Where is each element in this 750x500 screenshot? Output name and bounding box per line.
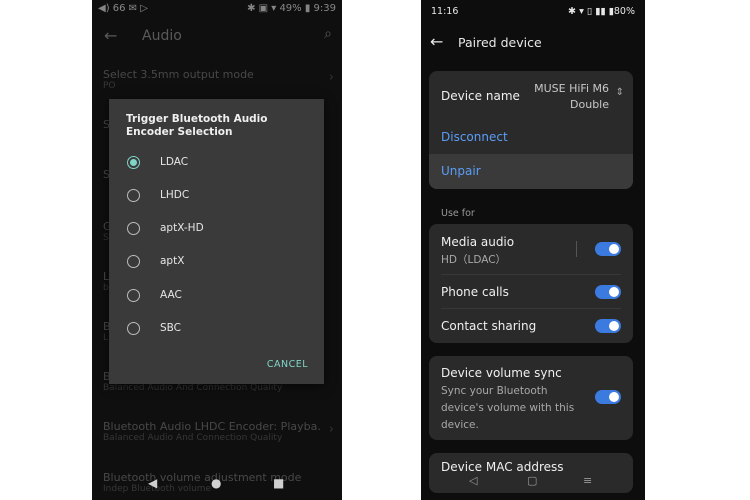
nav-recents-icon[interactable]: ■	[273, 476, 284, 490]
dialog-title: Trigger Bluetooth Audio Encoder Selectio…	[126, 113, 268, 138]
option-label: LHDC	[160, 189, 190, 201]
disconnect-button[interactable]: Disconnect	[441, 130, 508, 144]
device-name-line2: Double	[570, 98, 609, 111]
option-ldac[interactable]: LDAC	[127, 153, 307, 175]
radio-unselected-icon[interactable]	[127, 222, 140, 235]
radio-unselected-icon[interactable]	[127, 189, 140, 202]
app-bar: ← Paired device	[421, 32, 645, 56]
unpair-row[interactable]: Unpair	[429, 154, 633, 189]
option-label: aptX-HD	[160, 222, 204, 234]
option-aac[interactable]: AAC	[127, 286, 307, 308]
contact-sharing-toggle[interactable]	[595, 319, 621, 333]
volume-sync-card: Device volume sync Sync your Bluetooth d…	[429, 356, 633, 440]
right-phone-screen: 11:16 ✱ ▾ ▯ ▮▮ ▮80% ← Paired device Devi…	[421, 0, 645, 500]
section-header-use-for: Use for	[441, 208, 475, 219]
option-label: AAC	[160, 289, 182, 301]
nav-home-icon[interactable]: ▢	[527, 474, 537, 487]
encoder-selection-dialog: Trigger Bluetooth Audio Encoder Selectio…	[109, 99, 324, 384]
nav-back-icon[interactable]: ◁	[469, 474, 477, 487]
option-label: aptX	[160, 255, 185, 267]
media-audio-label: Media audio	[441, 235, 515, 249]
nav-home-icon[interactable]: ●	[211, 476, 221, 490]
divider	[441, 308, 621, 309]
volume-sync-label: Device volume sync	[441, 366, 562, 380]
option-label: SBC	[160, 322, 182, 334]
page-title: Paired device	[458, 35, 542, 50]
divider	[441, 274, 621, 275]
device-name-value[interactable]: MUSE HiFi M6 Double	[534, 81, 609, 113]
option-label: LDAC	[160, 156, 189, 168]
device-name-line1: MUSE HiFi M6	[534, 82, 609, 95]
mac-address-label: Device MAC address	[441, 460, 564, 474]
radio-unselected-icon[interactable]	[127, 322, 140, 335]
use-for-card: Media audio HD（LDAC） Phone calls Contact…	[429, 224, 633, 343]
left-phone-screen: ◀) 66 ✉ ▷ ✱ ▣ ▾ 49% ▮ 9:39 ← Audio ⌕ Sel…	[92, 0, 342, 500]
nav-recents-icon[interactable]: ≡	[583, 474, 592, 487]
contact-sharing-label: Contact sharing	[441, 319, 537, 333]
volume-sync-desc-line3: device.	[441, 419, 479, 431]
chevron-updown-icon: ⇕	[615, 87, 624, 98]
volume-sync-desc-line1: Sync your Bluetooth	[441, 385, 548, 397]
phone-calls-toggle[interactable]	[595, 285, 621, 299]
navigation-bar: ◀ ● ■	[92, 474, 342, 494]
status-time: 11:16	[431, 6, 459, 17]
unpair-button[interactable]: Unpair	[441, 164, 481, 178]
media-audio-codec: HD（LDAC）	[441, 254, 507, 266]
device-name-label: Device name	[441, 89, 520, 103]
navigation-bar: ◁ ▢ ≡	[421, 474, 645, 490]
back-arrow-icon[interactable]: ←	[430, 32, 443, 51]
radio-unselected-icon[interactable]	[127, 255, 140, 268]
device-card: Device name MUSE HiFi M6 Double ⇕ Discon…	[429, 71, 633, 189]
option-sbc[interactable]: SBC	[127, 319, 307, 341]
volume-sync-desc-line2: device's volume with this	[441, 402, 575, 414]
radio-selected-icon[interactable]	[127, 156, 140, 169]
nav-back-icon[interactable]: ◀	[148, 476, 157, 490]
status-right: ✱ ▾ ▯ ▮▮ ▮80%	[568, 6, 635, 17]
volume-sync-toggle[interactable]	[595, 390, 621, 404]
divider	[576, 241, 577, 257]
radio-unselected-icon[interactable]	[127, 289, 140, 302]
option-aptx-hd[interactable]: aptX-HD	[127, 219, 307, 241]
option-lhdc[interactable]: LHDC	[127, 186, 307, 208]
status-bar: 11:16 ✱ ▾ ▯ ▮▮ ▮80%	[421, 0, 645, 20]
option-aptx[interactable]: aptX	[127, 252, 307, 274]
phone-calls-label: Phone calls	[441, 285, 509, 299]
cancel-button[interactable]: CANCEL	[267, 359, 308, 370]
media-audio-toggle[interactable]	[595, 242, 621, 256]
